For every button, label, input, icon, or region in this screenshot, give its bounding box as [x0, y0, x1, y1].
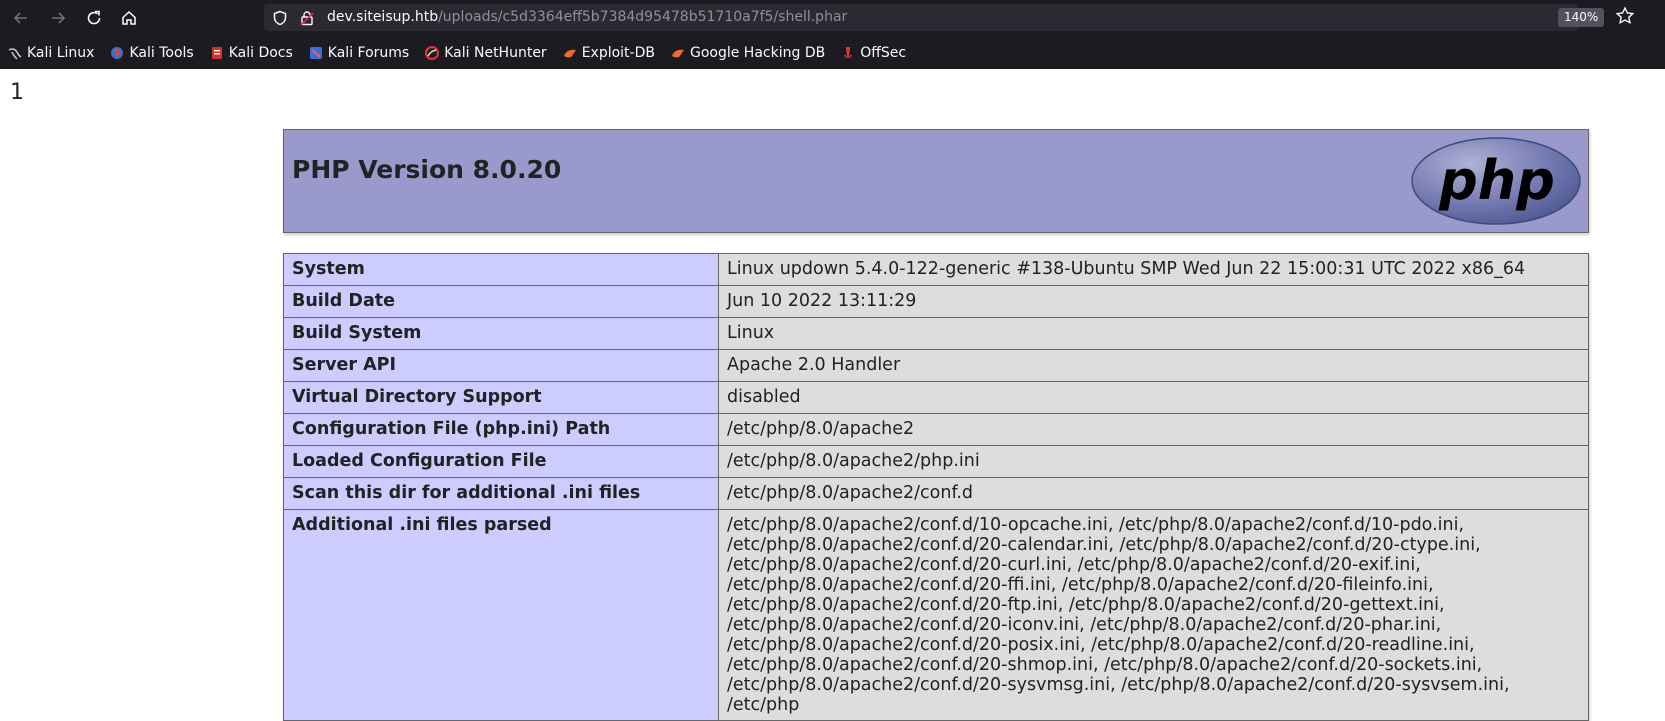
exploit-db-icon — [563, 49, 576, 57]
address-bar[interactable]: dev.siteisup.htb/uploads/c5d3364eff5b738… — [264, 4, 1578, 31]
bookmark-label: Kali Tools — [129, 44, 194, 61]
row-value: /etc/php/8.0/apache2/php.ini — [718, 445, 1589, 478]
page-content: 1 PHP Version 8.0.20 php System Linux up… — [0, 69, 1665, 721]
star-icon[interactable] — [1614, 5, 1636, 27]
bookmark-kali-linux[interactable]: Kali Linux — [8, 45, 94, 61]
bookmark-offsec[interactable]: OffSec — [841, 45, 906, 61]
browser-chrome: dev.siteisup.htb/uploads/c5d3364eff5b738… — [0, 0, 1665, 69]
row-key: Loaded Configuration File — [283, 445, 719, 478]
bookmarks-toolbar: Kali Linux Kali Tools Kali Docs Kali For… — [0, 40, 912, 65]
bookmark-google-hacking-db[interactable]: Google Hacking DB — [671, 45, 825, 61]
row-value: Jun 10 2022 13:11:29 — [718, 285, 1589, 318]
bookmark-kali-nethunter[interactable]: Kali NetHunter — [425, 44, 547, 61]
table-row: Server API Apache 2.0 Handler — [283, 349, 1589, 382]
table-row: Build Date Jun 10 2022 13:11:29 — [283, 285, 1589, 318]
bookmark-exploit-db[interactable]: Exploit-DB — [563, 45, 655, 61]
row-key: Virtual Directory Support — [283, 381, 719, 414]
nethunter-icon — [425, 45, 440, 60]
bookmark-label: Kali NetHunter — [444, 44, 547, 61]
bookmark-kali-tools[interactable]: Kali Tools — [110, 44, 194, 61]
forward-icon[interactable] — [46, 7, 70, 29]
kali-forums-icon — [309, 46, 322, 59]
php-logo[interactable]: php — [1411, 137, 1581, 225]
bookmark-label: Exploit-DB — [581, 44, 655, 61]
row-key: Scan this dir for additional .ini files — [283, 477, 719, 510]
row-key: Configuration File (php.ini) Path — [283, 413, 719, 446]
table-row: Additional .ini files parsed /etc/php/8.… — [283, 509, 1589, 721]
kali-docs-icon — [211, 46, 222, 59]
bookmark-label: Google Hacking DB — [689, 44, 826, 61]
table-row: Configuration File (php.ini) Path /etc/p… — [283, 413, 1589, 446]
row-value: /etc/php/8.0/apache2/conf.d — [718, 477, 1589, 510]
table-row: Build System Linux — [283, 317, 1589, 350]
row-value: Linux updown 5.4.0-122-generic #138-Ubun… — [718, 253, 1589, 286]
url-text[interactable]: dev.siteisup.htb/uploads/c5d3364eff5b738… — [327, 9, 847, 25]
row-value: Apache 2.0 Handler — [718, 349, 1589, 382]
phpinfo-table: System Linux updown 5.4.0-122-generic #1… — [283, 253, 1589, 721]
php-logo-text: php — [1438, 149, 1555, 212]
back-icon[interactable] — [9, 7, 33, 29]
bookmark-label: Kali Forums — [327, 44, 410, 61]
bookmark-kali-docs[interactable]: Kali Docs — [210, 45, 293, 61]
table-row: Loaded Configuration File /etc/php/8.0/a… — [283, 445, 1589, 478]
navigation-toolbar: dev.siteisup.htb/uploads/c5d3364eff5b738… — [0, 0, 1665, 35]
phpinfo-header: PHP Version 8.0.20 php — [283, 129, 1589, 233]
row-key: System — [283, 253, 719, 286]
offsec-icon — [844, 46, 852, 58]
row-key: Server API — [283, 349, 719, 382]
zoom-level-badge[interactable]: 140% — [1558, 8, 1605, 27]
table-row: Virtual Directory Support disabled — [283, 381, 1589, 414]
table-row: Scan this dir for additional .ini files … — [283, 477, 1589, 510]
url-host: dev.siteisup.htb — [327, 9, 439, 25]
reload-icon[interactable] — [82, 7, 106, 29]
bookmark-label: Kali Linux — [27, 44, 95, 61]
row-key: Build System — [283, 317, 719, 350]
bookmark-label: Kali Docs — [228, 44, 293, 61]
row-key: Additional .ini files parsed — [283, 509, 719, 721]
shield-icon[interactable] — [272, 10, 288, 26]
home-icon[interactable] — [117, 7, 141, 29]
page-title: PHP Version 8.0.20 — [292, 155, 562, 184]
row-value: /etc/php/8.0/apache2 — [718, 413, 1589, 446]
ghdb-icon — [671, 49, 684, 57]
echo-output: 1 — [10, 80, 24, 105]
lock-icon[interactable] — [299, 10, 315, 26]
kali-dragon-icon — [8, 47, 22, 60]
row-key: Build Date — [283, 285, 719, 318]
row-value: disabled — [718, 381, 1589, 414]
bookmark-label: OffSec — [860, 44, 907, 61]
table-row: System Linux updown 5.4.0-122-generic #1… — [283, 253, 1589, 286]
bookmark-kali-forums[interactable]: Kali Forums — [309, 45, 409, 61]
kali-tools-icon — [111, 46, 124, 59]
row-value: Linux — [718, 317, 1589, 350]
url-path: /uploads/c5d3364eff5b7384d95478b51710a7f… — [438, 9, 848, 25]
row-value: /etc/php/8.0/apache2/conf.d/10-opcache.i… — [718, 509, 1589, 721]
